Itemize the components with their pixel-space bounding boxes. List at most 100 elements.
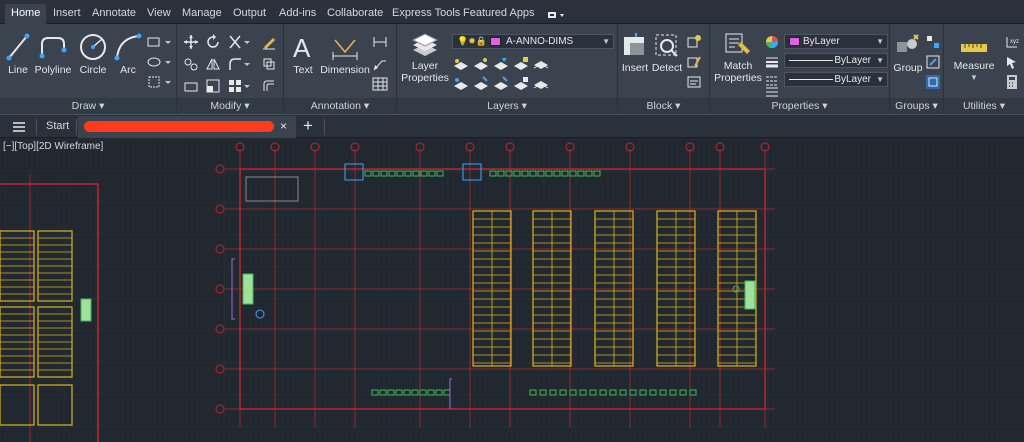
array-icon[interactable]: [227, 78, 243, 94]
group-button[interactable]: Group: [892, 32, 924, 74]
offset-icon[interactable]: [261, 78, 277, 94]
detect-button[interactable]: Detect: [650, 32, 684, 74]
workspace-toggle-icon[interactable]: [547, 7, 567, 18]
layer-tool-icon-5[interactable]: [533, 56, 549, 72]
section-marker: [255, 309, 265, 319]
tab-home[interactable]: Home: [5, 4, 47, 24]
scale-icon[interactable]: [205, 78, 221, 94]
list-icon[interactable]: [764, 86, 780, 98]
edit-block-icon[interactable]: [686, 54, 702, 70]
tab-view[interactable]: View: [147, 4, 171, 22]
properties-panel-title[interactable]: Properties ▾: [710, 98, 889, 114]
line-button[interactable]: Line: [3, 32, 33, 76]
layer-tool-icon-9[interactable]: [513, 76, 529, 92]
draw-panel-title[interactable]: Draw ▾: [0, 98, 176, 114]
layer-tool-icon-1[interactable]: [453, 56, 469, 72]
create-block-icon[interactable]: [686, 34, 702, 50]
rectangle-icon[interactable]: [146, 34, 162, 50]
tab-insert[interactable]: Insert: [53, 4, 81, 22]
trim-icon[interactable]: [227, 34, 243, 50]
start-tab[interactable]: Start: [46, 120, 69, 132]
id-point-icon[interactable]: xyz: [1004, 34, 1020, 50]
layer-tool-icon-4[interactable]: [513, 56, 529, 72]
layers-panel-title[interactable]: Layers ▾: [397, 98, 617, 114]
hamburger-menu-icon[interactable]: [12, 120, 26, 132]
tab-express-tools[interactable]: Express Tools: [392, 4, 460, 22]
modify-panel-title[interactable]: Modify ▾: [177, 98, 283, 114]
drawing-tab[interactable]: ×: [78, 116, 296, 138]
groups-panel-title[interactable]: Groups ▾: [890, 98, 943, 114]
explode-icon[interactable]: [261, 56, 277, 72]
layer-tool-icon-3[interactable]: [493, 56, 509, 72]
tab-add-ins[interactable]: Add-ins: [279, 4, 316, 22]
rotate-icon[interactable]: [205, 34, 221, 50]
fixture: [679, 389, 687, 396]
tab-annotate[interactable]: Annotate: [92, 4, 136, 22]
dimension-label: Dimension: [320, 64, 370, 76]
more-draw-icon-2[interactable]: [163, 54, 173, 70]
table-icon[interactable]: [372, 76, 388, 92]
layer-tool-icon-8[interactable]: [493, 76, 509, 92]
fixture: [404, 170, 412, 177]
fillet-icon[interactable]: [227, 56, 243, 72]
linetype-dropdown[interactable]: ByLayer ▼: [784, 72, 888, 87]
tab-manage[interactable]: Manage: [182, 4, 222, 22]
stretch-icon[interactable]: [183, 78, 199, 94]
layer-properties-button[interactable]: Layer Properties: [401, 32, 449, 84]
layer-tool-icon-2[interactable]: [473, 56, 489, 72]
move-icon[interactable]: [183, 34, 199, 50]
layer-tool-icon-7[interactable]: [473, 76, 489, 92]
circle-button[interactable]: Circle: [77, 32, 109, 76]
fixture: [659, 389, 667, 396]
insert-button[interactable]: Insert: [620, 32, 650, 74]
viewport-controls-label[interactable]: [−][Top][2D Wireframe]: [3, 141, 103, 152]
group-select-icon[interactable]: [925, 74, 941, 90]
linear-dim-icon[interactable]: [372, 34, 388, 50]
leader-icon[interactable]: [372, 56, 388, 72]
measure-button[interactable]: Measure ▼: [950, 32, 998, 84]
tab-output[interactable]: Output: [233, 4, 266, 22]
annotation-panel-title[interactable]: Annotation ▾: [284, 98, 396, 114]
fixture: [489, 170, 497, 177]
layer-tool-icon-10[interactable]: [533, 76, 549, 92]
fixture: [529, 389, 537, 396]
color-dropdown[interactable]: ByLayer ▼: [784, 34, 888, 49]
quick-select-icon[interactable]: [1004, 54, 1020, 70]
array-dropdown-icon[interactable]: [243, 78, 251, 94]
new-tab-button[interactable]: +: [303, 116, 313, 136]
ungroup-icon[interactable]: [925, 34, 941, 50]
dimension-button[interactable]: Dimension: [320, 32, 370, 76]
block-panel-title[interactable]: Block ▾: [618, 98, 709, 114]
fixture: [669, 389, 677, 396]
trim-dropdown-icon[interactable]: [243, 34, 251, 50]
fillet-dropdown-icon[interactable]: [243, 56, 251, 72]
color-wheel-icon[interactable]: [764, 34, 780, 50]
boundary-icon[interactable]: [146, 74, 162, 90]
layer-dropdown[interactable]: 💡✹🔒 A-ANNO-DIMS ▼: [452, 34, 614, 49]
group-icon: [897, 34, 919, 52]
arc-button[interactable]: Arc: [113, 32, 143, 76]
close-tab-icon[interactable]: ×: [280, 119, 287, 133]
floor-plan-drawing[interactable]: [0, 139, 1024, 442]
drawing-viewport[interactable]: [−][Top][2D Wireframe]: [0, 139, 1024, 442]
tab-collaborate[interactable]: Collaborate: [327, 4, 383, 22]
layer-tool-icon-6[interactable]: [453, 76, 469, 92]
measure-dropdown-icon[interactable]: ▼: [950, 72, 998, 84]
lineweight-dropdown[interactable]: ByLayer ▼: [784, 53, 888, 68]
lineweight-icon[interactable]: [764, 54, 780, 70]
calculator-icon[interactable]: [1004, 74, 1020, 90]
hatch-icon[interactable]: [146, 54, 162, 70]
text-button[interactable]: A Text: [288, 32, 318, 76]
more-draw-icon-3[interactable]: [163, 74, 173, 90]
block-attribute-icon[interactable]: [686, 74, 702, 90]
mirror-icon[interactable]: [205, 56, 221, 72]
utilities-panel-title[interactable]: Utilities ▾: [944, 98, 1024, 114]
group-edit-icon[interactable]: [925, 54, 941, 70]
match-properties-button[interactable]: Match Properties: [714, 32, 762, 84]
svg-text:xyz: xyz: [1010, 39, 1019, 45]
tab-featured-apps[interactable]: Featured Apps: [463, 4, 535, 22]
polyline-button[interactable]: Polyline: [34, 32, 72, 76]
copy-icon[interactable]: [183, 56, 199, 72]
erase-icon[interactable]: [261, 34, 277, 50]
more-draw-icon[interactable]: [163, 34, 173, 50]
